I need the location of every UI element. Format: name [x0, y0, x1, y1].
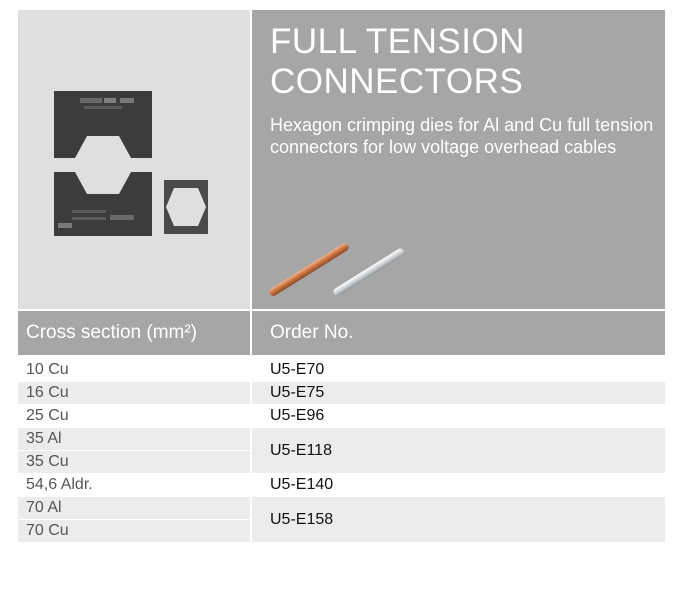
table-cell-order: U5-E75	[252, 382, 665, 404]
table-cell-section: 54,6 Aldr.	[18, 474, 250, 496]
table-cell-order: U5-E70	[252, 359, 665, 381]
table-cell-section: 25 Cu	[18, 405, 250, 427]
table-header: Cross section (mm²) Order No.	[18, 311, 665, 355]
table-cell-section: 35 Cu	[18, 451, 250, 473]
table-cell-section: 70 Cu	[18, 520, 250, 542]
product-info-panel: FULL TENSION CONNECTORS Hexagon crimping…	[252, 10, 665, 309]
crimping-die-image	[54, 91, 208, 236]
table-cell-section: 35 Al	[18, 428, 250, 450]
table-cell-section: 10 Cu	[18, 359, 250, 381]
product-header: FULL TENSION CONNECTORS Hexagon crimping…	[18, 10, 665, 309]
table-cell-section: 70 Al	[18, 497, 250, 519]
die-image-panel	[18, 10, 250, 309]
column-header-order-no: Order No.	[252, 311, 665, 355]
table-cell-order: U5-E158	[252, 497, 665, 542]
column-header-cross-section: Cross section (mm²)	[18, 311, 250, 355]
table-cell-order: U5-E96	[252, 405, 665, 427]
table-cell-order: U5-E140	[252, 474, 665, 496]
table-cell-section: 16 Cu	[18, 382, 250, 404]
product-title: FULL TENSION CONNECTORS	[270, 22, 525, 101]
product-description: Hexagon crimping dies for Al and Cu full…	[270, 115, 654, 157]
table-cell-order: U5-E118	[252, 428, 665, 473]
connector-sleeves-image	[269, 243, 405, 296]
